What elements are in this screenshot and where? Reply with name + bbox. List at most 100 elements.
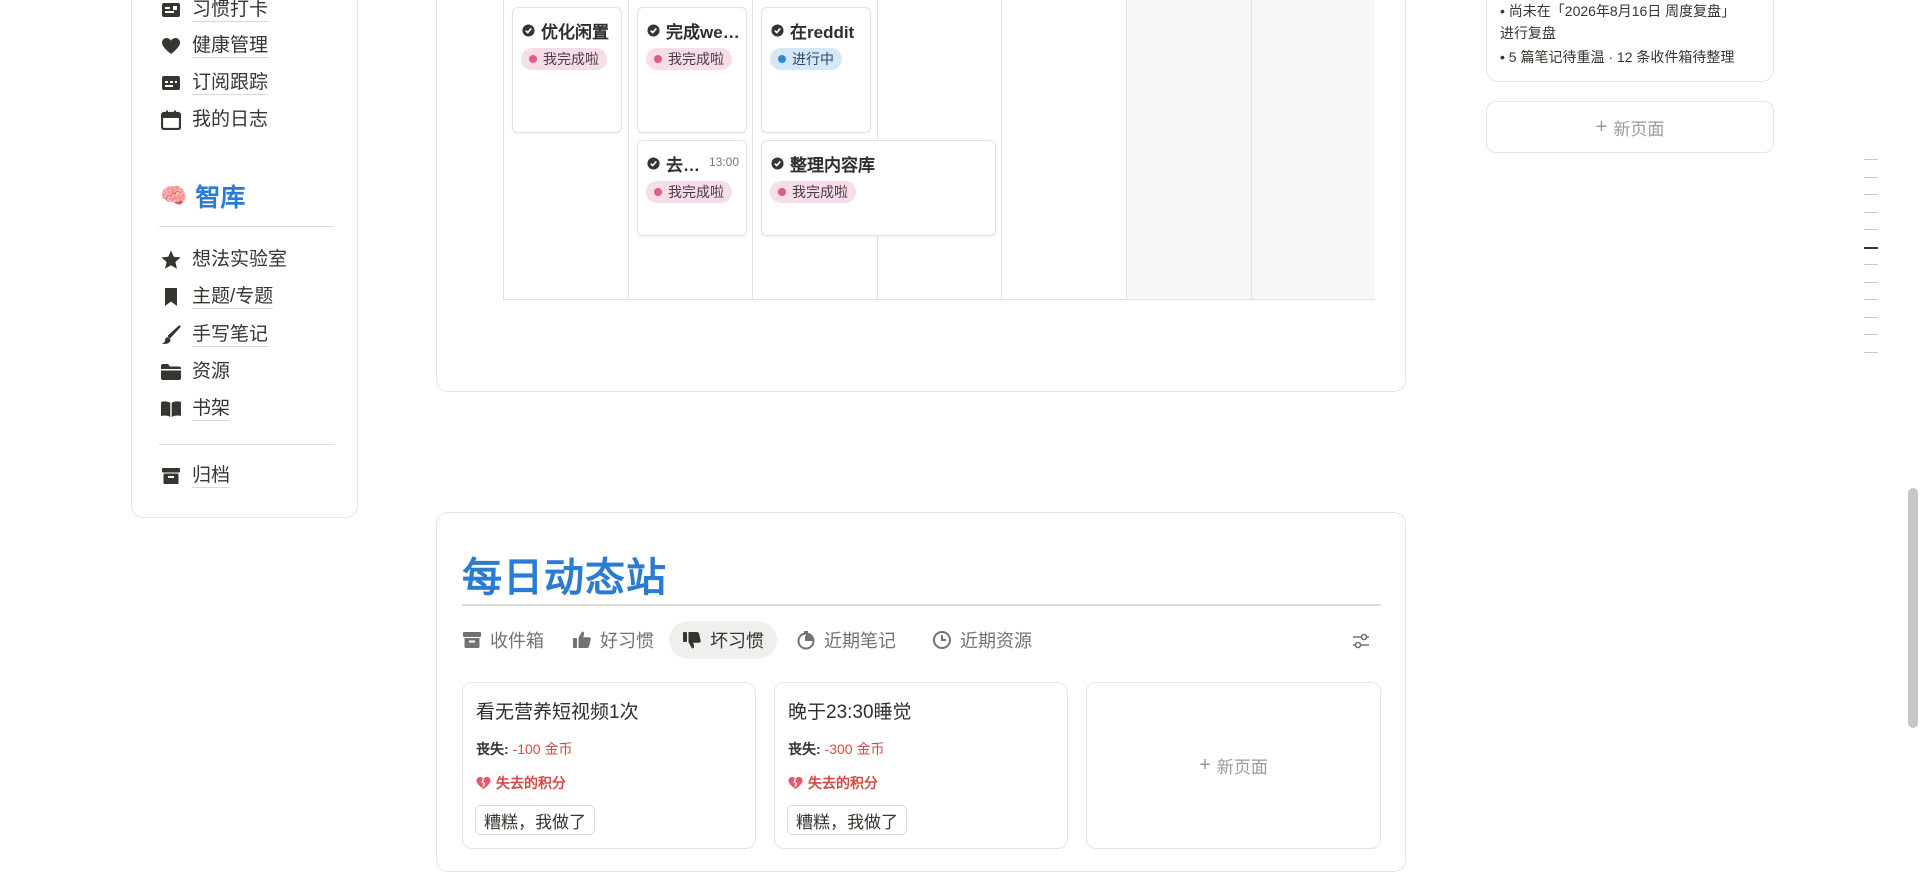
event-time: 13:00 [708,155,739,169]
book-icon [160,398,182,420]
tab-label: 好习惯 [600,631,654,651]
subscription-icon [160,72,182,94]
status-badge: 我完成啦 [646,181,732,203]
status-badge: 我完成啦 [770,181,856,203]
thumbs-up-icon [573,631,591,648]
calendar-view-card: 优化闲置 我完成啦 完成week 我完成啦 在reddit 进行中 去跑步 13 [436,0,1406,392]
tab-inbox[interactable]: 收件箱 [449,621,557,659]
sidebar-item-label: 资源 [192,361,231,382]
outline-mark[interactable] [1864,334,1878,335]
brush-icon [160,324,182,346]
event-title: 整理内容库 [790,156,875,175]
sidebar-item-topics[interactable]: 主题/专题 [160,282,274,312]
thumbs-down-icon [683,632,701,649]
outline-mark[interactable] [1864,299,1878,300]
habit-card-icon [160,0,182,21]
check-badge-icon [771,157,784,170]
event-title: 优化闲置 [541,23,609,42]
reminder-card: • 尚未在「2026年8月16日 周度复盘」 进行复盘 • 5 篇笔记待重温 ·… [1486,0,1774,82]
habit-title: 晚于23:30睡觉 [788,702,912,723]
brain-icon: 🧠 [160,183,188,208]
clock-icon [933,631,951,649]
sidebar: 习惯打卡 健康管理 订阅跟踪 我的日志 🧠 智库 想法实验室 主题/专题 手写笔… [131,0,358,518]
sidebar-item-label: 归档 [192,464,231,488]
outline-mark[interactable] [1864,317,1878,318]
new-page-button[interactable]: + 新页面 [1486,101,1774,153]
sidebar-item-label: 书架 [192,397,231,421]
calendar-icon [160,109,182,131]
page-scrollbar[interactable] [1908,488,1918,728]
divider [462,604,1381,606]
points-lost: 失去的积分 [788,773,878,793]
did-it-button[interactable]: 糟糕，我做了 [787,805,907,835]
divider [159,444,334,445]
tab-label: 近期资源 [960,631,1032,651]
section-title: 每日动态站 [462,556,667,600]
sidebar-item-health[interactable]: 健康管理 [160,31,269,61]
sidebar-item-handwriting[interactable]: 手写笔记 [160,320,269,350]
folder-icon [160,361,182,383]
outline-mark-active[interactable] [1864,247,1878,249]
daily-station-card: 每日动态站 收件箱 好习惯 坏习惯 近期笔记 近期资源 看无营养短视频1次 丧失… [436,512,1406,872]
outline-mark[interactable] [1864,282,1878,283]
outline-mark[interactable] [1864,229,1878,230]
tab-label: 坏习惯 [710,631,764,651]
calendar-grid: 优化闲置 我完成啦 完成week 我完成啦 在reddit 进行中 去跑步 13 [503,0,1375,300]
sidebar-item-ideas[interactable]: 想法实验室 [160,245,287,275]
habit-loss: 丧失: -100 金币 [476,741,573,757]
outline-mark[interactable] [1864,194,1878,195]
status-badge: 我完成啦 [646,48,732,70]
calendar-event[interactable]: 在reddit 进行中 [761,7,871,133]
section-title-zhiku[interactable]: 🧠 智库 [160,178,245,214]
outline-mark[interactable] [1864,177,1878,178]
status-badge: 进行中 [770,48,842,70]
calendar-event[interactable]: 去跑步 13:00 我完成啦 [637,140,747,236]
check-badge-icon [647,24,660,37]
bad-habit-card[interactable]: 看无营养短视频1次 丧失: -100 金币 失去的积分 糟糕，我做了 [462,682,756,849]
sidebar-item-label: 手写笔记 [192,323,269,347]
bookmark-icon [160,286,182,308]
calendar-day-column-weekend[interactable] [1126,0,1251,299]
sidebar-item-resources[interactable]: 资源 [160,357,230,387]
event-title: 完成week [666,23,740,42]
tab-label: 收件箱 [490,631,544,651]
reminder-line: • 5 篇笔记待重温 · 12 条收件箱待整理 [1500,49,1735,65]
outline-mark[interactable] [1864,352,1878,353]
calendar-event[interactable]: 完成week 我完成啦 [637,7,747,133]
sidebar-item-label: 健康管理 [192,34,269,58]
calendar-event[interactable]: 整理内容库 我完成啦 [761,140,996,236]
filter-settings-icon[interactable] [1350,630,1372,652]
new-page-button[interactable]: + 新页面 [1086,682,1381,849]
did-it-button[interactable]: 糟糕，我做了 [475,805,595,835]
sidebar-item-label: 想法实验室 [192,249,288,270]
tab-recent-resources[interactable]: 近期资源 [919,621,1045,659]
habit-title: 看无营养短视频1次 [476,702,639,723]
sidebar-item-subscription[interactable]: 订阅跟踪 [160,68,269,98]
check-badge-icon [522,24,535,37]
outline-mark[interactable] [1864,212,1878,213]
heart-icon [160,35,182,57]
tab-recent-notes[interactable]: 近期笔记 [783,621,909,659]
inbox-icon [463,632,481,648]
tab-good-habits[interactable]: 好习惯 [559,621,667,659]
calendar-event[interactable]: 优化闲置 我完成啦 [512,7,622,133]
sidebar-item-habit[interactable]: 习惯打卡 [160,0,269,25]
star-icon [160,249,182,271]
calendar-day-column[interactable] [1001,0,1126,299]
check-badge-icon [647,157,660,170]
status-badge: 我完成啦 [521,48,607,70]
tab-label: 近期笔记 [824,631,896,651]
tab-bad-habits[interactable]: 坏习惯 [669,621,777,659]
calendar-day-column-weekend[interactable] [1251,0,1375,299]
outline-mark[interactable] [1864,159,1878,160]
sidebar-item-journal[interactable]: 我的日志 [160,105,268,135]
bad-habit-card[interactable]: 晚于23:30睡觉 丧失: -300 金币 失去的积分 糟糕，我做了 [774,682,1068,849]
sidebar-item-label: 我的日志 [192,109,269,130]
check-badge-icon [771,24,784,37]
sidebar-item-bookshelf[interactable]: 书架 [160,394,231,424]
outline-mark[interactable] [1864,264,1878,265]
habit-loss: 丧失: -300 金币 [788,741,885,757]
sidebar-item-label: 订阅跟踪 [192,71,269,95]
sidebar-item-archive[interactable]: 归档 [160,461,231,491]
divider [159,226,334,227]
